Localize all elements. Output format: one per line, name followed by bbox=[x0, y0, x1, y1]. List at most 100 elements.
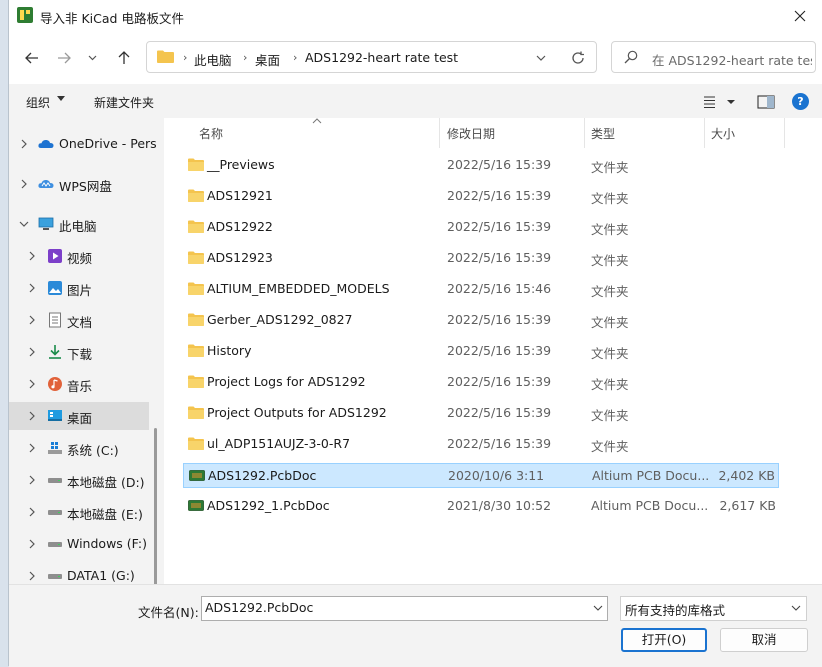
address-bar[interactable]: › 此电脑 › 桌面 › ADS1292-heart rate test bbox=[146, 41, 597, 73]
forward-button[interactable] bbox=[52, 47, 76, 69]
folder-row[interactable]: Project Outputs for ADS1292 2022/5/16 15:… bbox=[183, 401, 779, 426]
sidebar-item-drive-d[interactable]: 本地磁盘 (D:) bbox=[9, 466, 149, 494]
wps-cloud-icon bbox=[38, 179, 54, 188]
sidebar-item-videos[interactable]: 视频 bbox=[9, 242, 149, 270]
breadcrumb-separator: › bbox=[293, 51, 298, 64]
file-name: ADS12922 bbox=[207, 219, 273, 234]
sidebar-item-this-pc[interactable]: 此电脑 bbox=[9, 210, 149, 238]
sidebar-item-drive-f[interactable]: Windows (F:) bbox=[9, 530, 149, 558]
title-bar: 导入非 KiCad 电路板文件 bbox=[9, 0, 822, 32]
sidebar-item-pictures[interactable]: 图片 bbox=[9, 274, 149, 302]
search-placeholder: 在 ADS1292-heart rate tes... bbox=[652, 53, 812, 68]
refresh-button[interactable] bbox=[568, 50, 588, 66]
sidebar-item-desktop[interactable]: 桌面 bbox=[9, 402, 149, 430]
file-size: 2,617 KB bbox=[719, 498, 776, 513]
folder-row[interactable]: ADS12923 2022/5/16 15:39 文件夹 bbox=[183, 246, 779, 271]
folder-row[interactable]: ADS12922 2022/5/16 15:39 文件夹 bbox=[183, 215, 779, 240]
column-divider[interactable] bbox=[439, 118, 440, 148]
folder-icon bbox=[188, 220, 204, 233]
file-list: 名称 修改日期 类型 大小 __Previews 2022/5/16 15:39 文… bbox=[164, 118, 822, 584]
back-button[interactable] bbox=[20, 47, 44, 69]
sidebar-item-onedrive[interactable]: OneDrive - Pers bbox=[9, 130, 157, 158]
address-history-dropdown[interactable] bbox=[532, 50, 550, 66]
organize-button[interactable]: 组织 bbox=[26, 94, 50, 111]
file-type-filter-select[interactable]: 所有支持的库格式 bbox=[620, 596, 807, 621]
file-type: 文件夹 bbox=[591, 408, 629, 423]
folder-row[interactable]: History 2022/5/16 15:39 文件夹 bbox=[183, 339, 779, 364]
sidebar-item-wps-cloud[interactable]: WPS网盘 bbox=[9, 170, 149, 198]
sidebar-item-drive-e[interactable]: 本地磁盘 (E:) bbox=[9, 498, 149, 526]
sidebar-item-music[interactable]: 音乐 bbox=[9, 370, 149, 398]
folder-row[interactable]: ul_ADP151AUJZ-3-0-R7 2022/5/16 15:39 文件夹 bbox=[183, 432, 779, 457]
folder-row[interactable]: ALTIUM_EMBEDDED_MODELS 2022/5/16 15:46 文件夹 bbox=[183, 277, 779, 302]
column-header-size[interactable]: 大小 bbox=[711, 125, 735, 142]
help-button[interactable]: ? bbox=[792, 93, 809, 110]
file-name: ADS1292.PcbDoc bbox=[208, 468, 317, 483]
breadcrumb-current-folder[interactable]: ADS1292-heart rate test bbox=[305, 50, 458, 65]
column-header-type[interactable]: 类型 bbox=[591, 125, 615, 142]
folder-icon bbox=[188, 375, 204, 388]
chevron-down-icon[interactable] bbox=[593, 604, 603, 612]
list-view-icon bbox=[704, 96, 735, 109]
file-modified-date: 2022/5/16 15:39 bbox=[447, 157, 552, 172]
sidebar-item-label: DATA1 (G:) bbox=[67, 568, 135, 583]
close-button[interactable] bbox=[777, 0, 822, 32]
file-modified-date: 2022/5/16 15:46 bbox=[447, 281, 552, 296]
pcb-file-icon bbox=[189, 470, 205, 481]
view-options-button[interactable] bbox=[703, 94, 739, 110]
file-row[interactable]: ADS1292.PcbDoc 2020/10/6 3:11 Altium PCB D… bbox=[183, 463, 779, 488]
file-name: Project Logs for ADS1292 bbox=[207, 374, 366, 389]
file-type: 文件夹 bbox=[591, 160, 629, 175]
open-button[interactable]: 打开(O) bbox=[621, 628, 707, 652]
chevron-right-icon bbox=[29, 379, 35, 389]
column-divider[interactable] bbox=[784, 118, 785, 148]
new-folder-button[interactable]: 新建文件夹 bbox=[94, 94, 154, 111]
file-row[interactable]: ADS1292_1.PcbDoc 2021/8/30 10:52 Altium PC… bbox=[183, 494, 779, 519]
drive-icon bbox=[48, 478, 62, 483]
folder-row[interactable]: ADS12921 2022/5/16 15:39 文件夹 bbox=[183, 184, 779, 209]
folder-icon bbox=[157, 50, 174, 63]
folder-row[interactable]: Gerber_ADS1292_0827 2022/5/16 15:39 文件夹 bbox=[183, 308, 779, 333]
dialog-footer: 文件名(N): ADS1292.PcbDoc 所有支持的库格式 打开(O) 取消 bbox=[9, 584, 822, 667]
search-box[interactable]: 在 ADS1292-heart rate tes... bbox=[611, 41, 816, 73]
sidebar-item-drive-g[interactable]: DATA1 (G:) bbox=[9, 562, 149, 584]
folder-row[interactable]: __Previews 2022/5/16 15:39 文件夹 bbox=[183, 153, 779, 178]
up-button[interactable] bbox=[112, 47, 136, 69]
folder-row[interactable]: Project Logs for ADS1292 2022/5/16 15:39 文… bbox=[183, 370, 779, 395]
breadcrumb-desktop[interactable]: 桌面 bbox=[255, 50, 280, 69]
sidebar-item-downloads[interactable]: 下载 bbox=[9, 338, 149, 366]
file-modified-date: 2022/5/16 15:39 bbox=[447, 374, 552, 389]
file-type: Altium PCB Docu... bbox=[592, 468, 710, 483]
chevron-down-icon bbox=[88, 55, 96, 61]
sidebar-item-label: 下载 bbox=[67, 347, 93, 362]
folder-icon bbox=[188, 313, 204, 326]
music-icon bbox=[48, 377, 62, 391]
filter-value: 所有支持的库格式 bbox=[625, 603, 726, 618]
sidebar-item-label: Windows (F:) bbox=[67, 536, 147, 551]
sidebar-item-drive-c[interactable]: 系统 (C:) bbox=[9, 434, 149, 462]
sidebar-item-label: 图片 bbox=[67, 283, 93, 298]
windows-drive-icon bbox=[48, 442, 62, 454]
file-type: 文件夹 bbox=[591, 346, 629, 361]
kicad-app-icon bbox=[17, 7, 33, 23]
cancel-button[interactable]: 取消 bbox=[720, 628, 808, 652]
breadcrumb-this-pc[interactable]: 此电脑 bbox=[194, 50, 232, 69]
filename-label: 文件名(N): bbox=[138, 605, 199, 620]
filename-input[interactable]: ADS1292.PcbDoc bbox=[201, 596, 608, 621]
sidebar-item-documents[interactable]: 文档 bbox=[9, 306, 149, 334]
chevron-right-icon bbox=[29, 315, 35, 325]
sidebar-item-label: 桌面 bbox=[67, 411, 93, 426]
navigation-scrollbar[interactable] bbox=[154, 428, 157, 584]
preview-pane-button[interactable] bbox=[757, 94, 775, 110]
recent-locations-button[interactable] bbox=[85, 47, 99, 69]
folder-icon bbox=[188, 282, 204, 295]
breadcrumb-separator: › bbox=[243, 51, 248, 64]
column-divider[interactable] bbox=[704, 118, 705, 148]
chevron-right-icon bbox=[29, 443, 35, 453]
column-header-name[interactable]: 名称 bbox=[199, 125, 223, 142]
column-divider[interactable] bbox=[584, 118, 585, 148]
command-toolbar: 组织 新建文件夹 ? bbox=[9, 84, 822, 119]
document-icon bbox=[49, 312, 61, 328]
pcb-file-icon bbox=[188, 500, 204, 511]
column-header-date[interactable]: 修改日期 bbox=[447, 125, 495, 142]
